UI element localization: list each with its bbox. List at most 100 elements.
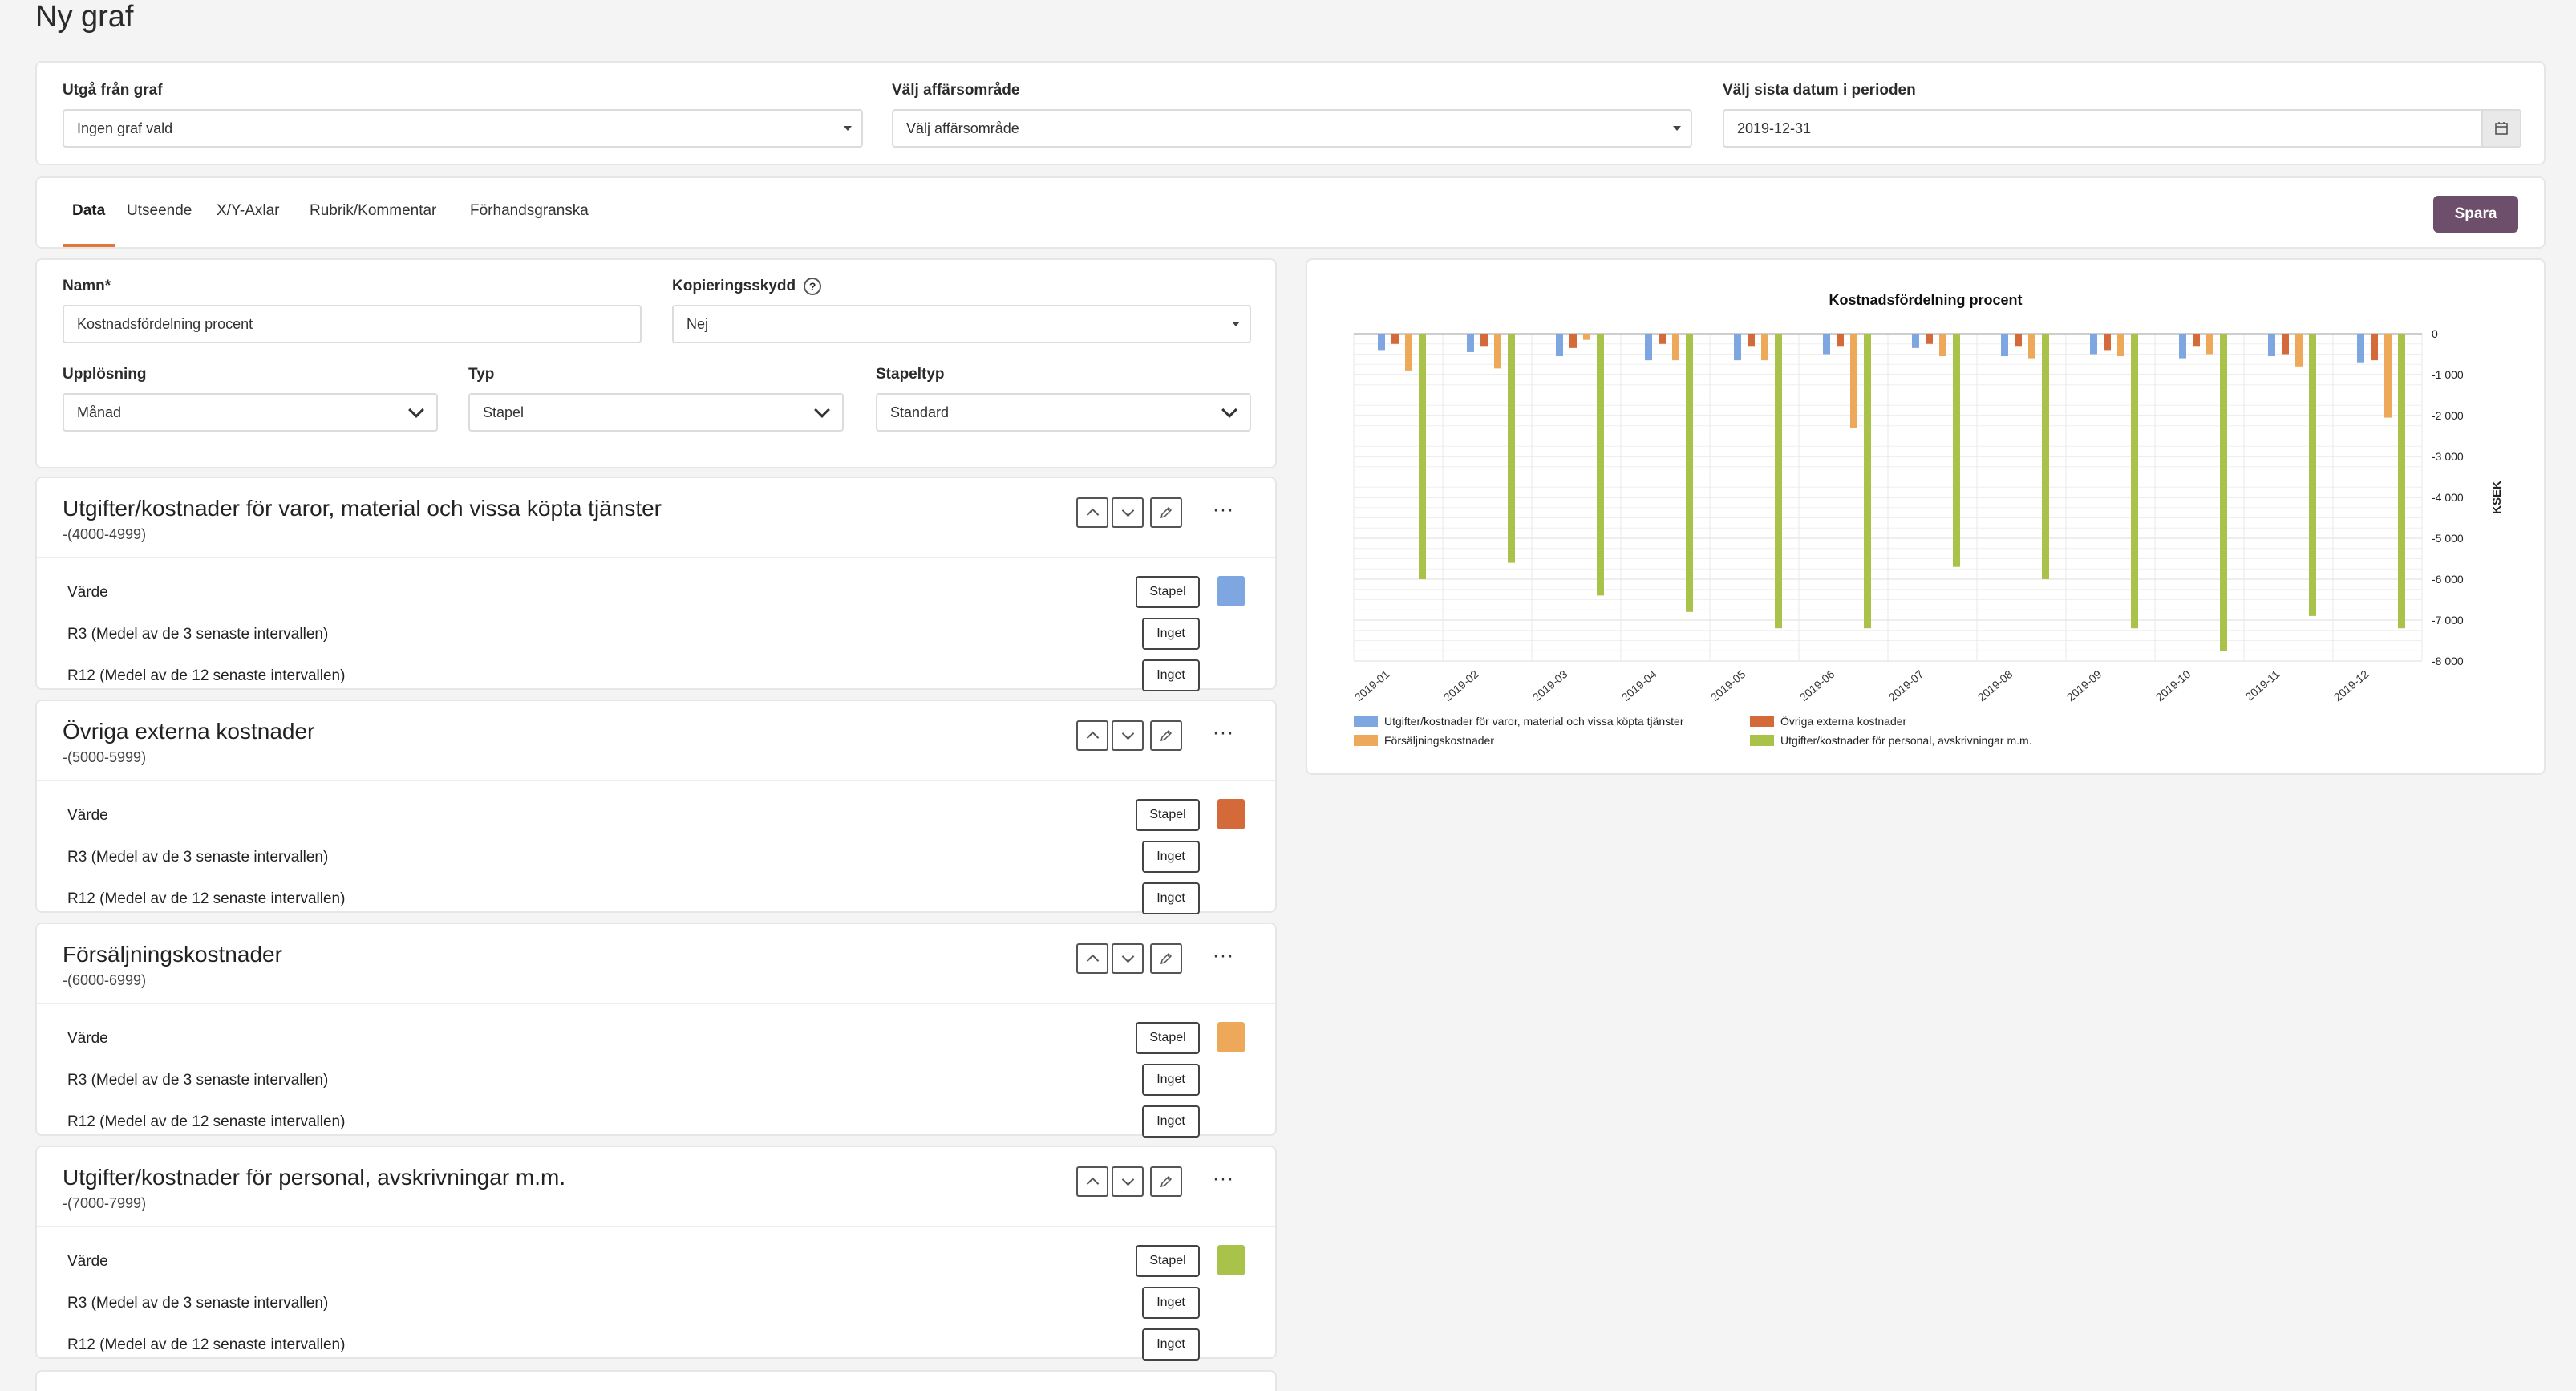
bar <box>2117 334 2124 357</box>
series-row-label: R3 (Medel av de 3 senaste intervallen) <box>67 1072 329 1089</box>
bar <box>1583 334 1590 340</box>
bar <box>1734 334 1741 361</box>
legend-label: Försäljningskostnader <box>1384 734 1494 747</box>
tab-axes[interactable]: X/Y-Axlar <box>217 202 280 220</box>
edit-button[interactable] <box>1150 1166 1182 1197</box>
save-button[interactable]: Spara <box>2433 196 2518 233</box>
move-up-button[interactable] <box>1076 1166 1108 1197</box>
bar-type-select[interactable]: Standard <box>876 393 1251 432</box>
move-up-button[interactable] <box>1076 497 1108 528</box>
move-up-button[interactable] <box>1076 943 1108 974</box>
series-account-range: -(6000-6999) <box>63 972 147 988</box>
display-type-button[interactable]: Inget <box>1142 659 1200 691</box>
tab-preview[interactable]: Förhandsgranska <box>470 202 589 220</box>
more-options-icon[interactable]: ··· <box>1213 722 1234 744</box>
move-down-button[interactable] <box>1112 497 1144 528</box>
move-down-button[interactable] <box>1112 720 1144 751</box>
bar <box>2398 334 2405 629</box>
calendar-button[interactable] <box>2481 111 2520 146</box>
y-tick-label: -8 000 <box>2432 655 2464 667</box>
series-color-swatch[interactable] <box>1217 576 1245 606</box>
type-select[interactable]: Stapel <box>468 393 844 432</box>
display-type-button[interactable]: Inget <box>1142 1328 1200 1361</box>
more-options-icon[interactable]: ··· <box>1213 945 1234 967</box>
resolution-select[interactable]: Månad <box>63 393 438 432</box>
series-card-partial <box>35 1370 1277 1391</box>
display-type-button[interactable]: Inget <box>1142 618 1200 650</box>
legend-swatch <box>1750 735 1774 746</box>
copy-protection-select[interactable]: Nej <box>672 305 1251 343</box>
x-tick-label: 2019-02 <box>1441 667 1481 704</box>
calendar-icon <box>2495 122 2508 135</box>
tab-title-comment[interactable]: Rubrik/Kommentar <box>310 202 436 220</box>
bar <box>2131 334 2138 629</box>
bar <box>2001 334 2008 357</box>
edit-button[interactable] <box>1150 497 1182 528</box>
series-account-range: -(7000-7999) <box>63 1195 147 1211</box>
series-color-swatch[interactable] <box>1217 1245 1245 1275</box>
chevron-down-icon <box>1121 504 1134 517</box>
divider <box>37 780 1275 781</box>
bar <box>1419 334 1426 579</box>
bar <box>2042 334 2049 579</box>
move-down-button[interactable] <box>1112 943 1144 974</box>
move-down-button[interactable] <box>1112 1166 1144 1197</box>
series-row-label: R12 (Medel av de 12 senaste intervallen) <box>67 1113 346 1130</box>
display-type-button[interactable]: Inget <box>1142 1064 1200 1096</box>
series-card: Utgifter/kostnader för varor, material o… <box>35 477 1277 691</box>
series-color-swatch[interactable] <box>1217 799 1245 829</box>
display-type-button[interactable]: Stapel <box>1136 1022 1200 1054</box>
from-graph-select[interactable]: Ingen graf vald <box>63 109 863 148</box>
name-label: Namn* <box>63 278 111 294</box>
pencil-icon <box>1160 1175 1173 1188</box>
bar <box>1775 334 1782 629</box>
graph-selector-panel: Utgå från graf Ingen graf vald Välj affä… <box>35 61 2546 165</box>
bar <box>2220 334 2227 651</box>
bar <box>1597 334 1604 596</box>
x-tick-label: 2019-01 <box>1352 667 1392 704</box>
business-area-value: Välj affärsområde <box>906 120 1019 136</box>
x-tick-label: 2019-09 <box>2064 667 2104 704</box>
name-value: Kostnadsfördelning procent <box>77 315 253 332</box>
more-options-icon[interactable]: ··· <box>1213 499 1234 521</box>
copy-protection-label-text: Kopieringsskydd <box>672 278 796 295</box>
display-type-button[interactable]: Inget <box>1142 1105 1200 1138</box>
bar <box>2309 334 2316 616</box>
series-color-swatch[interactable] <box>1217 1022 1245 1052</box>
legend-label: Övriga externa kostnader <box>1780 714 1907 728</box>
business-area-select[interactable]: Välj affärsområde <box>892 109 1692 148</box>
x-tick-label: 2019-04 <box>1619 667 1659 704</box>
display-type-button[interactable]: Inget <box>1142 1287 1200 1319</box>
bar <box>2206 334 2213 355</box>
more-options-icon[interactable]: ··· <box>1213 1168 1234 1190</box>
tab-appearance[interactable]: Utseende <box>127 202 192 220</box>
edit-button[interactable] <box>1150 720 1182 751</box>
series-row-label: Värde <box>67 807 108 824</box>
from-graph-value: Ingen graf vald <box>77 120 173 136</box>
series-title: Utgifter/kostnader för personal, avskriv… <box>63 1165 566 1190</box>
display-type-button[interactable]: Stapel <box>1136 1245 1200 1277</box>
chevron-up-icon <box>1086 1177 1099 1190</box>
y-tick-label: -5 000 <box>2432 532 2464 545</box>
edit-button[interactable] <box>1150 943 1182 974</box>
divider <box>37 1003 1275 1004</box>
display-type-button[interactable]: Inget <box>1142 882 1200 914</box>
chevron-down-icon <box>408 402 424 418</box>
legend-swatch <box>1354 716 1378 727</box>
x-tick-label: 2019-03 <box>1530 667 1570 704</box>
name-input[interactable]: Kostnadsfördelning procent <box>63 305 642 343</box>
bar <box>1864 334 1871 629</box>
y-tick-label: -6 000 <box>2432 573 2464 586</box>
move-up-button[interactable] <box>1076 720 1108 751</box>
display-type-button[interactable]: Stapel <box>1136 799 1200 831</box>
caret-down-icon <box>1673 126 1681 131</box>
display-type-button[interactable]: Stapel <box>1136 576 1200 608</box>
series-card: Utgifter/kostnader för personal, avskriv… <box>35 1146 1277 1361</box>
bar <box>1556 334 1563 357</box>
last-date-input[interactable]: 2019-12-31 <box>1723 109 2521 148</box>
series-title: Utgifter/kostnader för varor, material o… <box>63 496 662 521</box>
display-type-button[interactable]: Inget <box>1142 841 1200 873</box>
help-icon[interactable]: ? <box>804 278 822 295</box>
pencil-icon <box>1160 952 1173 965</box>
tab-data[interactable]: Data <box>72 202 105 220</box>
